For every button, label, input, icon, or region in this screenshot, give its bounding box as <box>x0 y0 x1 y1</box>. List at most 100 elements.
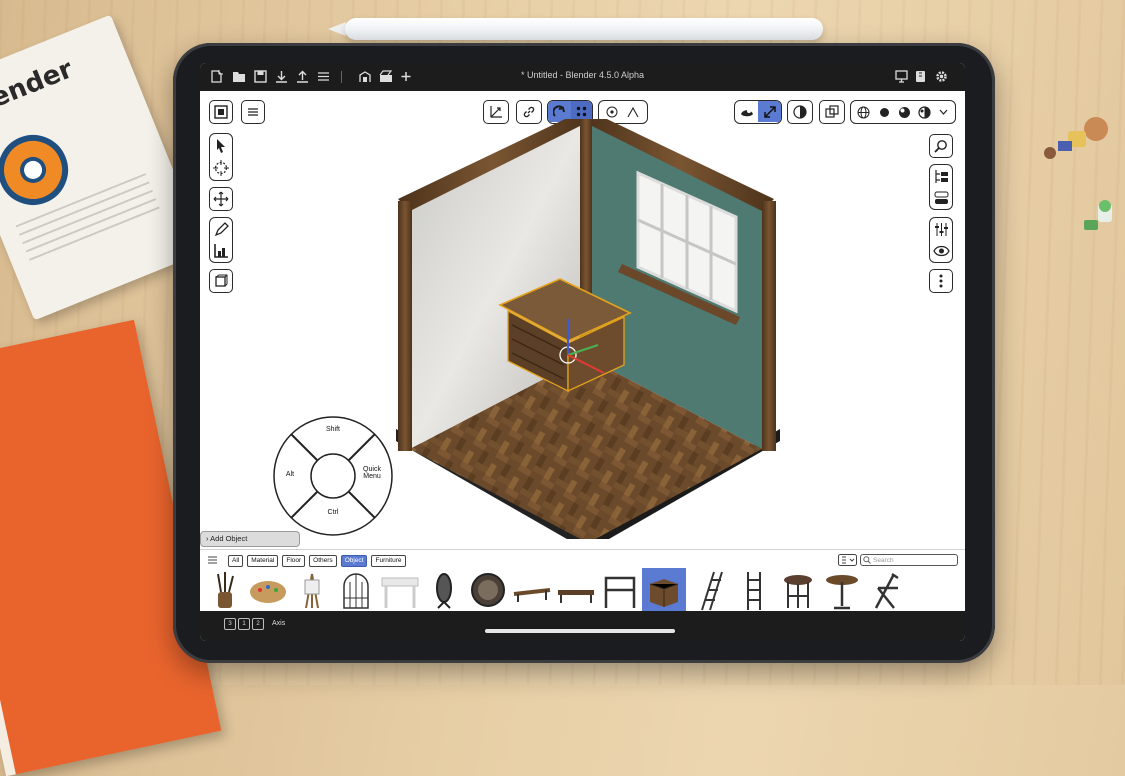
shading-solid-button[interactable] <box>787 100 813 124</box>
cursor-select-icon[interactable] <box>215 138 227 154</box>
viewport-shading-group <box>850 100 956 124</box>
asset-stepladder[interactable] <box>732 568 776 612</box>
add-object-header[interactable]: › Add Object <box>200 531 300 547</box>
select-tool-group <box>209 133 233 181</box>
measure-icon[interactable] <box>213 242 230 259</box>
status-text: Axis <box>272 620 286 627</box>
more-icon <box>939 274 943 288</box>
3d-cursor-icon[interactable] <box>213 160 229 176</box>
xray-icon <box>825 105 839 118</box>
frame-selected-button[interactable] <box>209 100 233 124</box>
shading-wire-icon[interactable] <box>857 106 870 119</box>
asset-list <box>206 568 956 612</box>
menu-icon <box>248 108 258 116</box>
shading-material-icon[interactable] <box>898 106 911 119</box>
status-key: 3 <box>224 618 236 630</box>
proportional-icon[interactable] <box>626 105 640 119</box>
pie-menu-label: Menu <box>363 473 381 480</box>
status-key: 1 <box>238 618 250 630</box>
blender-app-screen: * Untitled - Blender 4.5.0 Alpha Shift A… <box>200 63 965 641</box>
filter-all[interactable]: All <box>228 555 244 567</box>
pencil-tip <box>328 22 346 36</box>
3d-viewport[interactable]: Shift Alt Quick Menu Ctrl <box>200 91 965 549</box>
link-icon <box>523 106 535 118</box>
outliner-icon[interactable] <box>934 169 949 184</box>
properties-icon[interactable] <box>934 190 949 205</box>
pie-quick-menu-label[interactable]: Quick Menu <box>358 466 386 480</box>
sliders-icon[interactable] <box>934 222 949 237</box>
top-bar: * Untitled - Blender 4.5.0 Alpha <box>200 63 965 91</box>
filter-tabs: All Material Floor Others Object Furnitu… <box>228 555 406 567</box>
asset-clock[interactable] <box>466 568 510 612</box>
toy-figure-icon <box>1084 200 1112 230</box>
shading-solid-dot-icon[interactable] <box>878 106 891 119</box>
filter-others[interactable]: Others <box>309 555 337 567</box>
asset-search-input[interactable]: Search <box>860 554 958 566</box>
asset-coffee-table[interactable] <box>554 568 598 612</box>
asset-panel: All Material Floor Others Object Furnitu… <box>200 549 965 612</box>
pie-ctrl-label[interactable]: Ctrl <box>322 509 344 516</box>
gizmo-icon <box>763 105 776 118</box>
menu-icon[interactable] <box>208 556 217 564</box>
asset-stool[interactable] <box>776 568 820 612</box>
asset-round-table[interactable] <box>820 568 864 612</box>
bookmark-icon[interactable] <box>915 70 926 83</box>
pivot-icon[interactable] <box>605 105 619 119</box>
apple-pencil <box>345 18 823 40</box>
annotate-tool-group <box>209 217 233 263</box>
filter-material[interactable]: Material <box>247 555 279 567</box>
home-indicator[interactable] <box>485 629 675 633</box>
zoom-button[interactable] <box>929 134 953 158</box>
pie-shift-label[interactable]: Shift <box>321 426 345 433</box>
asset-desk[interactable] <box>378 568 422 612</box>
pie-alt-label[interactable]: Alt <box>280 471 300 478</box>
asset-palette[interactable] <box>246 568 290 612</box>
search-icon <box>934 140 947 153</box>
asset-easel[interactable] <box>290 568 334 612</box>
search-icon <box>863 556 871 564</box>
asset-birdcage[interactable] <box>334 568 378 612</box>
filter-object[interactable]: Object <box>340 555 368 567</box>
outliner-group <box>929 164 953 210</box>
room-scene[interactable] <box>390 119 790 539</box>
snap-grid-icon <box>576 106 587 117</box>
transform-gizmo-icon <box>490 106 502 118</box>
dresser-icon <box>649 579 679 607</box>
overlay-icon <box>740 108 753 116</box>
view-toggle-icon[interactable] <box>838 554 857 566</box>
add-cube-icon <box>215 274 228 287</box>
pie-quick-label: Quick <box>363 466 381 473</box>
tool-active-icon <box>553 105 565 117</box>
toy-figure-icon <box>1044 117 1108 159</box>
asset-folding-chair[interactable] <box>864 568 908 612</box>
filter-furniture[interactable]: Furniture <box>371 555 406 567</box>
dropdown-icon[interactable] <box>939 109 948 116</box>
asset-ladder[interactable] <box>688 568 732 612</box>
add-cube-button[interactable] <box>209 269 233 293</box>
window-title: * Untitled - Blender 4.5.0 Alpha <box>520 70 645 80</box>
shading-solid-icon <box>793 105 807 119</box>
settings-icon[interactable] <box>935 70 948 83</box>
shading-rendered-icon[interactable] <box>918 106 931 119</box>
status-key: 2 <box>252 618 264 630</box>
eye-icon[interactable] <box>933 245 950 257</box>
move-icon <box>213 191 229 207</box>
more-options-button[interactable] <box>929 269 953 293</box>
filter-floor[interactable]: Floor <box>282 555 306 567</box>
asset-chair-frame[interactable] <box>598 568 642 612</box>
move-tool-button[interactable] <box>209 187 233 211</box>
asset-bench[interactable] <box>510 568 554 612</box>
xray-button[interactable] <box>819 100 845 124</box>
status-bar: 3 1 2 Axis <box>200 611 965 641</box>
frame-icon <box>214 105 228 119</box>
add-object-label: Add Object <box>210 534 248 543</box>
display-icon[interactable] <box>895 70 908 83</box>
blender-logo-text: blender <box>0 54 78 125</box>
asset-paintbrushes[interactable] <box>206 568 250 612</box>
blender-logo-icon <box>0 124 79 216</box>
tweak-group <box>929 217 953 263</box>
annotate-pencil-icon[interactable] <box>214 221 229 237</box>
viewport-menu-button[interactable] <box>241 100 265 124</box>
asset-mirror[interactable] <box>422 568 466 612</box>
asset-dresser-selected[interactable] <box>642 568 686 612</box>
